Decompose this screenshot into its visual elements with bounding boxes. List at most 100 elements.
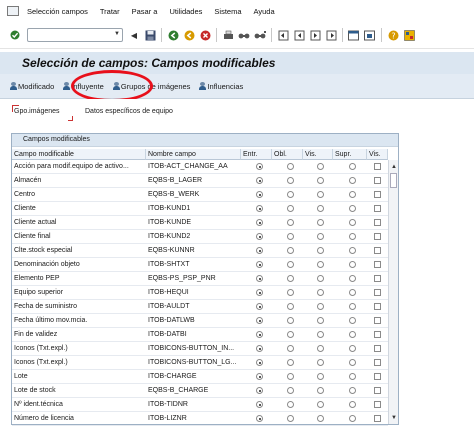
radio-entr[interactable] — [256, 163, 263, 170]
table-row[interactable]: Iconos (Txt.expl.) ITOBICONS-BUTTON_IN... — [12, 342, 388, 356]
radio-obl[interactable] — [287, 373, 294, 380]
radio-supr[interactable] — [349, 191, 356, 198]
print-icon[interactable] — [221, 28, 235, 42]
radio-supr[interactable] — [349, 387, 356, 394]
visible-checkbox[interactable] — [374, 345, 381, 352]
radio-vis[interactable] — [317, 261, 324, 268]
radio-supr[interactable] — [349, 163, 356, 170]
visible-checkbox[interactable] — [374, 359, 381, 366]
visible-checkbox[interactable] — [374, 373, 381, 380]
back-icon[interactable] — [166, 28, 180, 42]
radio-entr[interactable] — [256, 205, 263, 212]
column-header-vis-check[interactable]: Vis. — [367, 149, 388, 160]
radio-entr[interactable] — [256, 373, 263, 380]
radio-obl[interactable] — [287, 163, 294, 170]
radio-vis[interactable] — [317, 247, 324, 254]
visible-checkbox[interactable] — [374, 387, 381, 394]
menu-utilidades[interactable]: Utilidades — [169, 7, 202, 16]
window-menu-icon[interactable] — [7, 6, 19, 16]
radio-entr[interactable] — [256, 289, 263, 296]
radio-vis[interactable] — [317, 289, 324, 296]
back-arrow-icon[interactable]: ◀ — [127, 28, 141, 42]
visible-checkbox[interactable] — [374, 275, 381, 282]
radio-vis[interactable] — [317, 191, 324, 198]
visible-checkbox[interactable] — [374, 219, 381, 226]
visible-checkbox[interactable] — [374, 191, 381, 198]
radio-entr[interactable] — [256, 219, 263, 226]
radio-vis[interactable] — [317, 275, 324, 282]
radio-vis[interactable] — [317, 373, 324, 380]
command-field[interactable]: ▼ — [27, 28, 123, 42]
cancel-icon[interactable] — [198, 28, 212, 42]
radio-obl[interactable] — [287, 177, 294, 184]
table-row[interactable]: Clte.stock especial EQBS-KUNNR — [12, 244, 388, 258]
radio-entr[interactable] — [256, 401, 263, 408]
table-row[interactable]: Nº ident.técnica ITOB-TIDNR — [12, 398, 388, 412]
visible-checkbox[interactable] — [374, 233, 381, 240]
table-row[interactable]: Iconos (Txt.expl.) ITOBICONS-BUTTON_LG... — [12, 356, 388, 370]
radio-obl[interactable] — [287, 205, 294, 212]
help-icon[interactable]: ? — [386, 28, 400, 42]
radio-vis[interactable] — [317, 387, 324, 394]
enter-icon[interactable] — [8, 28, 22, 42]
radio-supr[interactable] — [349, 177, 356, 184]
scroll-up-icon[interactable]: ▲ — [391, 164, 397, 170]
table-row[interactable]: Fin de validez ITOB-DATBI — [12, 328, 388, 342]
radio-vis[interactable] — [317, 303, 324, 310]
radio-supr[interactable] — [349, 359, 356, 366]
radio-entr[interactable] — [256, 261, 263, 268]
table-row[interactable]: Cliente actual ITOB-KUNDE — [12, 216, 388, 230]
vertical-scrollbar[interactable]: ▲ ▼ — [388, 160, 398, 424]
radio-entr[interactable] — [256, 275, 263, 282]
table-row[interactable]: Equipo superior ITOB-HEQUI — [12, 286, 388, 300]
radio-vis[interactable] — [317, 163, 324, 170]
radio-obl[interactable] — [287, 401, 294, 408]
visible-checkbox[interactable] — [374, 401, 381, 408]
radio-vis[interactable] — [317, 205, 324, 212]
radio-entr[interactable] — [256, 177, 263, 184]
radio-obl[interactable] — [287, 303, 294, 310]
column-header-campo-modificable[interactable]: Campo modificable — [12, 149, 146, 160]
find-icon[interactable] — [237, 28, 251, 42]
influencias-button[interactable]: Influencias — [199, 82, 243, 91]
table-row[interactable]: Lote de stock EQBS-B_CHARGE — [12, 384, 388, 398]
table-row[interactable]: Fecha último mov.mcia. ITOB-DATLWB — [12, 314, 388, 328]
radio-obl[interactable] — [287, 415, 294, 422]
table-row[interactable]: Cliente final ITOB-KUND2 — [12, 230, 388, 244]
radio-entr[interactable] — [256, 415, 263, 422]
visible-checkbox[interactable] — [374, 289, 381, 296]
radio-supr[interactable] — [349, 219, 356, 226]
table-row[interactable]: Fecha de suministro ITOB-AULDT — [12, 300, 388, 314]
save-icon[interactable] — [143, 28, 157, 42]
visible-checkbox[interactable] — [374, 261, 381, 268]
radio-vis[interactable] — [317, 317, 324, 324]
radio-supr[interactable] — [349, 303, 356, 310]
visible-checkbox[interactable] — [374, 205, 381, 212]
shortcut-icon[interactable] — [363, 28, 377, 42]
prev-page-icon[interactable] — [292, 28, 306, 42]
radio-entr[interactable] — [256, 303, 263, 310]
radio-entr[interactable] — [256, 233, 263, 240]
table-row[interactable]: Elemento PEP EQBS-PS_PSP_PNR — [12, 272, 388, 286]
radio-supr[interactable] — [349, 233, 356, 240]
radio-vis[interactable] — [317, 359, 324, 366]
radio-vis[interactable] — [317, 233, 324, 240]
radio-supr[interactable] — [349, 247, 356, 254]
radio-obl[interactable] — [287, 331, 294, 338]
new-session-icon[interactable] — [347, 28, 361, 42]
visible-checkbox[interactable] — [374, 177, 381, 184]
radio-vis[interactable] — [317, 177, 324, 184]
radio-supr[interactable] — [349, 331, 356, 338]
radio-supr[interactable] — [349, 373, 356, 380]
radio-vis[interactable] — [317, 331, 324, 338]
radio-obl[interactable] — [287, 275, 294, 282]
radio-obl[interactable] — [287, 233, 294, 240]
menu-sistema[interactable]: Sistema — [214, 7, 241, 16]
radio-supr[interactable] — [349, 261, 356, 268]
command-dropdown-icon[interactable]: ▼ — [114, 31, 120, 37]
menu-tratar[interactable]: Tratar — [100, 7, 120, 16]
column-header-supr[interactable]: Supr. — [333, 149, 367, 160]
radio-entr[interactable] — [256, 359, 263, 366]
column-header-nombre-campo[interactable]: Nombre campo — [146, 149, 241, 160]
radio-obl[interactable] — [287, 359, 294, 366]
